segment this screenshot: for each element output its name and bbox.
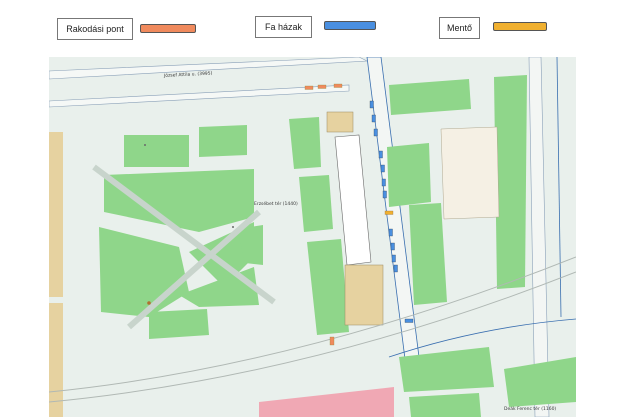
building-strip-left	[49, 132, 63, 417]
park-small-top-left	[124, 135, 189, 167]
loading-point-marker[interactable]	[304, 85, 314, 90]
legend-label-ambulance: Mentő	[446, 23, 472, 33]
building-lower	[344, 264, 384, 326]
wooden-house-marker[interactable]	[390, 242, 395, 251]
legend-item-wooden-houses: Fa házak	[255, 16, 312, 38]
wooden-house-marker[interactable]	[381, 178, 386, 187]
park-right-lower	[409, 203, 447, 305]
wooden-house-marker[interactable]	[388, 228, 393, 237]
map-detail-dot	[147, 301, 151, 305]
legend-item-loading-point: Rakodási pont	[57, 18, 133, 40]
map-view[interactable]: József Attila u. (3995) Erzsébet tér (14…	[49, 57, 576, 417]
park-bottom	[409, 393, 481, 417]
loading-point-marker[interactable]	[317, 84, 327, 89]
legend-swatch-ambulance	[493, 22, 547, 31]
park-strip-middle	[299, 175, 333, 232]
legend-swatch-loading-point	[140, 24, 196, 33]
wooden-house-marker[interactable]	[373, 128, 378, 137]
park-small-top-mid	[199, 125, 247, 157]
courtyard-right	[440, 126, 500, 220]
legend-item-ambulance: Mentő	[439, 17, 480, 39]
strip-gap	[49, 297, 63, 303]
legend-label-loading-point: Rakodási pont	[66, 24, 124, 34]
wooden-house-marker[interactable]	[378, 150, 383, 159]
park-bottom-left	[149, 309, 209, 339]
ambulance-marker[interactable]	[384, 210, 394, 215]
wooden-house-marker[interactable]	[380, 164, 385, 173]
park-strip-upper	[289, 117, 321, 169]
wooden-house-marker[interactable]	[369, 100, 374, 109]
wooden-house-marker[interactable]	[404, 318, 414, 323]
square-label: Erzsébet tér (1440)	[254, 200, 298, 207]
park-right-edge	[494, 75, 527, 289]
park-right-top	[389, 79, 471, 115]
map-detail-dot	[144, 144, 146, 146]
legend-label-wooden-houses: Fa házak	[264, 22, 303, 32]
loading-point-marker[interactable]	[333, 83, 343, 88]
building-top	[326, 111, 354, 133]
wooden-house-marker[interactable]	[371, 114, 376, 123]
park-right-mid	[387, 143, 431, 207]
map-detail-dot	[232, 226, 234, 228]
legend-swatch-wooden-houses	[324, 21, 376, 30]
wooden-house-marker[interactable]	[382, 190, 387, 199]
loading-point-marker[interactable]	[329, 336, 335, 346]
wooden-house-marker[interactable]	[391, 254, 396, 263]
wooden-house-marker[interactable]	[393, 264, 398, 273]
street-label-bottom-right: Deák Ferenc tér (1160)	[504, 405, 556, 412]
